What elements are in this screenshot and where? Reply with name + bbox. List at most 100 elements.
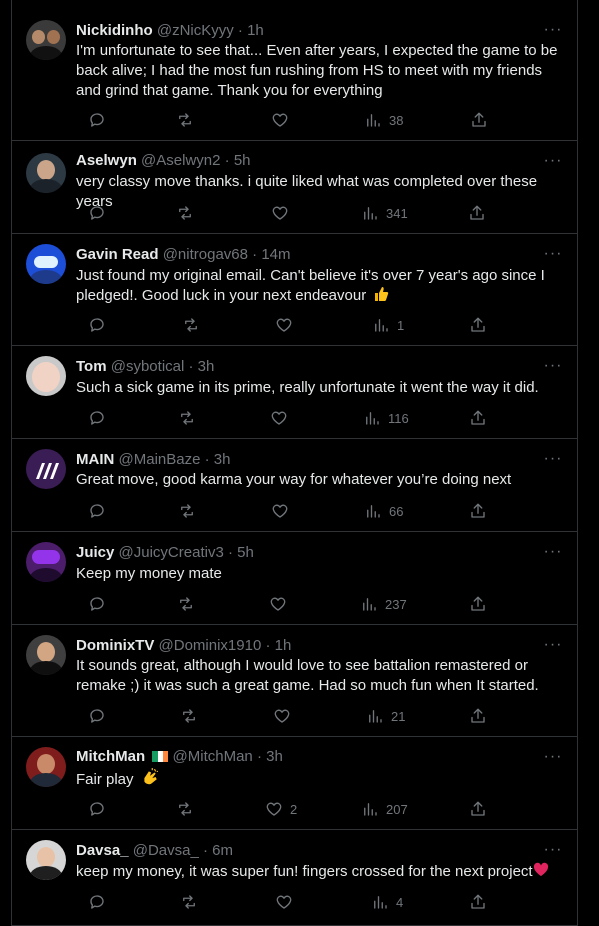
reply-button[interactable] [88, 892, 106, 912]
repost-button[interactable] [176, 799, 194, 819]
handle[interactable]: @Davsa_ [133, 842, 199, 859]
reply-item[interactable]: Tom @sybotical · 3h ··· Such a sick game… [12, 346, 577, 439]
avatar[interactable] [26, 449, 66, 489]
share-icon [471, 503, 485, 518]
avatar[interactable] [26, 635, 66, 675]
display-name[interactable]: Aselwyn [76, 152, 137, 169]
reply-item[interactable]: Juicy @JuicyCreativ3 · 5h ··· Keep my mo… [12, 532, 577, 625]
share-button[interactable] [469, 501, 487, 521]
share-button[interactable] [470, 110, 488, 130]
replies-feed: Nickidinho @zNicKyyy · 1h ··· I'm unfort… [11, 0, 578, 926]
timestamp[interactable]: 1h [275, 637, 292, 654]
repost-button[interactable] [177, 594, 195, 614]
timestamp[interactable]: 5h [237, 544, 254, 561]
handle[interactable]: @Dominix1910 [159, 637, 262, 654]
timestamp[interactable]: 3h [214, 451, 231, 468]
like-button[interactable] [271, 203, 296, 223]
display-name[interactable]: MAIN [76, 451, 114, 468]
avatar[interactable] [26, 244, 66, 284]
views-button[interactable]: 341 [361, 203, 408, 223]
avatar[interactable] [26, 840, 66, 880]
like-button[interactable] [270, 408, 295, 428]
repost-button[interactable] [178, 408, 196, 428]
more-icon[interactable]: ··· [543, 358, 563, 380]
display-name[interactable]: Tom [76, 358, 107, 375]
timestamp[interactable]: 5h [234, 152, 251, 169]
views-button[interactable]: 21 [366, 706, 405, 726]
repost-button[interactable] [180, 892, 198, 912]
share-button[interactable] [469, 594, 487, 614]
share-button[interactable] [469, 706, 487, 726]
timestamp[interactable]: 3h [266, 748, 283, 765]
views-button[interactable]: 66 [364, 501, 403, 521]
reply-button[interactable] [88, 203, 106, 223]
avatar[interactable] [26, 20, 66, 60]
more-icon[interactable]: ··· [543, 842, 563, 864]
more-icon[interactable]: ··· [543, 544, 563, 566]
views-button[interactable]: 116 [363, 408, 409, 428]
like-button[interactable] [273, 706, 298, 726]
avatar[interactable] [26, 542, 66, 582]
share-button[interactable] [468, 203, 486, 223]
display-name[interactable]: MitchMan [76, 748, 145, 765]
reply-item[interactable]: Davsa_ @Davsa_ · 6m ··· keep my money, i… [12, 830, 577, 926]
display-name[interactable]: Nickidinho [76, 22, 153, 39]
views-button[interactable]: 207 [361, 799, 408, 819]
like-button[interactable] [269, 594, 294, 614]
reply-button[interactable] [88, 110, 106, 130]
timestamp[interactable]: 14m [261, 246, 290, 263]
reply-item[interactable]: DominixTV @Dominix1910 · 1h ··· It sound… [12, 625, 577, 737]
repost-button[interactable] [182, 315, 200, 335]
display-name[interactable]: DominixTV [76, 637, 154, 654]
reply-button[interactable] [88, 501, 106, 521]
display-name[interactable]: Juicy [76, 544, 114, 561]
reply-header: Nickidinho @zNicKyyy · 1h [76, 22, 264, 39]
reply-button[interactable] [88, 799, 106, 819]
timestamp[interactable]: 6m [212, 842, 233, 859]
like-button[interactable]: 2 [265, 799, 297, 819]
repost-icon [183, 709, 195, 723]
reply-item[interactable]: MitchMan @MitchMan · 3h ··· Fair play 2 [12, 737, 577, 830]
reply-button[interactable] [88, 706, 106, 726]
repost-button[interactable] [176, 203, 194, 223]
like-button[interactable] [275, 892, 300, 912]
handle[interactable]: @sybotical [111, 358, 185, 375]
repost-button[interactable] [178, 501, 196, 521]
reply-item[interactable]: Nickidinho @zNicKyyy · 1h ··· I'm unfort… [12, 0, 577, 141]
display-name[interactable]: Gavin Read [76, 246, 159, 263]
repost-button[interactable] [180, 706, 198, 726]
avatar[interactable] [26, 356, 66, 396]
reply-item[interactable]: MAIN @MainBaze · 3h ··· Great move, good… [12, 439, 577, 532]
handle[interactable]: @Aselwyn2 [141, 152, 220, 169]
share-button[interactable] [469, 408, 487, 428]
display-name[interactable]: Davsa_ [76, 842, 129, 859]
handle[interactable]: @nitrogav68 [163, 246, 248, 263]
views-button[interactable]: 1 [372, 315, 404, 335]
reply-item[interactable]: Aselwyn @Aselwyn2 · 5h ··· very classy m… [12, 141, 577, 234]
reply-item[interactable]: Gavin Read @nitrogav68 · 14m ··· Just fo… [12, 234, 577, 346]
share-button[interactable] [469, 892, 487, 912]
reply-icon [90, 318, 104, 332]
handle[interactable]: @JuicyCreativ3 [119, 544, 224, 561]
more-icon[interactable]: ··· [543, 246, 563, 268]
like-button[interactable] [271, 501, 296, 521]
share-button[interactable] [469, 315, 487, 335]
handle[interactable]: @zNicKyyy [157, 22, 234, 39]
repost-button[interactable] [176, 110, 194, 130]
handle[interactable]: @MitchMan [173, 748, 253, 765]
views-button[interactable]: 4 [371, 892, 403, 912]
like-button[interactable] [275, 315, 300, 335]
share-button[interactable] [469, 799, 487, 819]
views-button[interactable]: 237 [360, 594, 407, 614]
avatar[interactable] [26, 747, 66, 787]
views-button[interactable]: 38 [364, 110, 403, 130]
handle[interactable]: @MainBaze [119, 451, 201, 468]
timestamp[interactable]: 1h [247, 22, 264, 39]
share-icon [471, 410, 485, 425]
avatar[interactable] [26, 153, 66, 193]
reply-button[interactable] [88, 315, 106, 335]
reply-button[interactable] [88, 594, 106, 614]
reply-button[interactable] [88, 408, 106, 428]
like-button[interactable] [271, 110, 296, 130]
timestamp[interactable]: 3h [198, 358, 215, 375]
